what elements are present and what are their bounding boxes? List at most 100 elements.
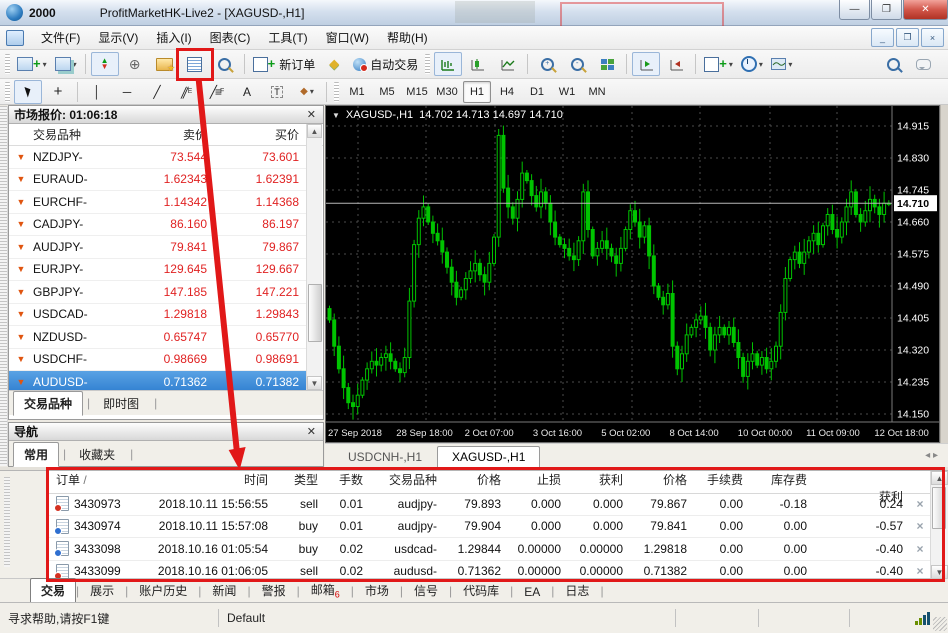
terminal-tab-1[interactable]: 展示 [79, 578, 125, 603]
chart-shift-button[interactable] [662, 52, 690, 76]
terminal-tab-3[interactable]: 新闻 [201, 578, 247, 603]
close-order-icon[interactable]: × [909, 519, 931, 533]
periods-button[interactable]: ▾ [738, 52, 766, 76]
timeframe-MN[interactable]: MN [583, 81, 611, 103]
menu-item-1[interactable]: 显示(V) [89, 27, 147, 48]
col-price2[interactable]: 价格 [629, 471, 693, 488]
terminal-button[interactable] [181, 52, 209, 76]
new-chart-button[interactable]: + ▾ [14, 52, 50, 76]
chevron-down-icon[interactable]: ▼ [332, 111, 340, 120]
terminal-tab-2[interactable]: 账户历史 [128, 578, 198, 603]
menu-item-6[interactable]: 帮助(H) [378, 27, 437, 48]
terminal-tab-9[interactable]: EA [513, 581, 551, 603]
data-window-button[interactable]: ⊕ [121, 52, 149, 76]
profiles-button[interactable]: ▾ [52, 52, 80, 76]
restore-button[interactable]: ❐ [871, 0, 902, 20]
label-tool-button[interactable]: T [263, 80, 291, 104]
market-row[interactable]: ▼ NZDJPY- 73.544 73.601 [9, 146, 307, 169]
timeframe-D1[interactable]: D1 [523, 81, 551, 103]
col-swap[interactable]: 库存费 [749, 471, 813, 488]
scroll-up-icon[interactable]: ▲ [307, 124, 322, 138]
market-watch-close-icon[interactable]: ✕ [305, 108, 318, 121]
tile-windows-button[interactable] [593, 52, 621, 76]
panel-drag-grip[interactable] [0, 106, 8, 466]
status-profile[interactable]: Default [219, 611, 675, 625]
menu-item-3[interactable]: 图表(C) [201, 27, 260, 48]
chart-tab-0[interactable]: USDCNH-,H1 [333, 446, 437, 468]
metaeditor-button[interactable]: ◆ [320, 52, 348, 76]
toolbar-grip[interactable] [425, 54, 431, 74]
close-order-icon[interactable]: × [909, 542, 931, 556]
close-order-icon[interactable]: × [909, 497, 931, 511]
market-row[interactable]: ▼ EURAUD- 1.62343 1.62391 [9, 169, 307, 191]
order-row[interactable]: 3430973 2018.10.11 15:56:55 sell 0.01 audjpy… [48, 493, 931, 516]
terminal-tab-10[interactable]: 日志 [554, 578, 600, 603]
zoom-in-button[interactable]: + [533, 52, 561, 76]
market-row[interactable]: ▼ EURCHF- 1.14342 1.14368 [9, 191, 307, 214]
fibonacci-button[interactable]: ╱≡ F [203, 80, 231, 104]
scroll-up-icon[interactable]: ▲ [931, 471, 948, 485]
market-row[interactable]: ▼ GBPJPY- 147.185 147.221 [9, 281, 307, 304]
bar-chart-button[interactable] [434, 52, 463, 76]
shapes-button[interactable]: ◆ ▾ [293, 80, 321, 104]
timeframe-M15[interactable]: M15 [403, 81, 431, 103]
vertical-line-button[interactable]: │ [83, 80, 111, 104]
market-row[interactable]: ▼ CADJPY- 86.160 86.197 [9, 214, 307, 236]
search-button[interactable] [879, 52, 907, 76]
auto-scroll-button[interactable] [632, 52, 661, 76]
trendline-button[interactable]: ╱ [143, 80, 171, 104]
market-row[interactable]: ▼ AUDUSD- 0.71362 0.71382 [9, 371, 307, 390]
toolbar-grip[interactable] [334, 81, 339, 102]
scroll-down-icon[interactable]: ▼ [931, 565, 948, 579]
terminal-tab-5[interactable]: 邮箱6 [300, 577, 351, 603]
terminal-tab-8[interactable]: 代码库 [452, 578, 510, 603]
line-chart-button[interactable] [494, 52, 522, 76]
menu-item-4[interactable]: 工具(T) [259, 27, 316, 48]
channel-button[interactable]: ∥ E [173, 80, 201, 104]
menu-item-2[interactable]: 插入(I) [147, 27, 200, 48]
market-row[interactable]: ▼ AUDJPY- 79.841 79.867 [9, 236, 307, 259]
menu-item-0[interactable]: 文件(F) [32, 27, 89, 48]
market-watch-tab-1[interactable]: 即时图 [92, 391, 150, 416]
navigator-tab-0[interactable]: 常用 [13, 442, 60, 467]
market-watch-tab-0[interactable]: 交易品种 [13, 391, 84, 416]
market-watch-scrollbar[interactable]: ▲ ▼ [306, 124, 322, 390]
menu-item-5[interactable]: 窗口(W) [317, 27, 378, 48]
autotrading-button[interactable]: 自动交易 [350, 52, 421, 76]
col-time[interactable]: 时间 [146, 471, 274, 488]
col-tp[interactable]: 获利 [567, 471, 629, 488]
scrollbar-thumb[interactable] [932, 487, 946, 529]
terminal-tab-6[interactable]: 市场 [354, 578, 400, 603]
market-row[interactable]: ▼ USDCAD- 1.29818 1.29843 [9, 304, 307, 326]
resize-grip[interactable] [933, 617, 947, 631]
col-order[interactable]: 订单 / [48, 471, 146, 488]
navigator-close-icon[interactable]: ✕ [305, 425, 318, 438]
terminal-scrollbar[interactable]: ▲ ▼ [930, 471, 948, 579]
toolbar-grip[interactable] [5, 54, 10, 74]
market-watch-button[interactable]: ▲ ▼ [90, 52, 119, 76]
cursor-tool-button[interactable] [14, 79, 42, 104]
col-price[interactable]: 价格 [443, 471, 507, 488]
timeframe-H1[interactable]: H1 [463, 80, 491, 103]
chart-window[interactable]: 14.915 14.830 14.745 14.660 14.575 14.490 14.4… [325, 105, 940, 443]
col-symbol[interactable]: 交易品种 [369, 471, 443, 488]
scrollbar-thumb[interactable] [308, 284, 322, 342]
price-chart[interactable]: 14.915 14.830 14.745 14.660 14.575 14.490 14.4… [326, 106, 939, 442]
col-commission[interactable]: 手续费 [693, 471, 749, 488]
child-minimize-button[interactable]: _ [871, 28, 894, 47]
terminal-tab-4[interactable]: 警报 [251, 578, 297, 603]
market-row[interactable]: ▼ EURJPY- 129.645 129.667 [9, 259, 307, 281]
chat-button[interactable] [909, 52, 937, 76]
col-lots[interactable]: 手数 [324, 471, 369, 488]
order-row[interactable]: 3430974 2018.10.11 15:57:08 buy 0.01 audjpy-… [48, 516, 931, 538]
timeframe-M5[interactable]: M5 [373, 81, 401, 103]
market-row[interactable]: ▼ NZDUSD- 0.65747 0.65770 [9, 326, 307, 349]
market-row[interactable]: ▼ USDCHF- 0.98669 0.98691 [9, 349, 307, 371]
zoom-out-button[interactable]: - [563, 52, 591, 76]
col-sl[interactable]: 止损 [507, 471, 567, 488]
child-restore-button[interactable]: ❐ [896, 28, 919, 47]
timeframe-W1[interactable]: W1 [553, 81, 581, 103]
minimize-button[interactable]: — [839, 0, 870, 20]
timeframe-M1[interactable]: M1 [343, 81, 371, 103]
terminal-tab-7[interactable]: 信号 [403, 578, 449, 603]
